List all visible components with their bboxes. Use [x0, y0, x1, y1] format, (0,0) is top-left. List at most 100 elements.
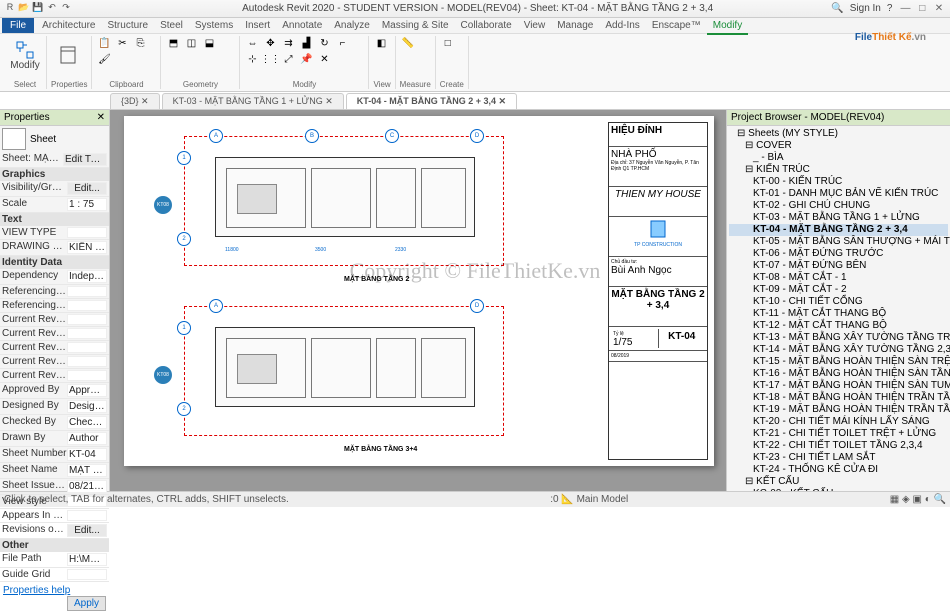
prop-value[interactable]: [67, 328, 107, 339]
tree-node[interactable]: ⊟ COVER: [729, 140, 948, 152]
close-icon[interactable]: ✕: [932, 3, 946, 14]
split-icon[interactable]: ⊹: [244, 52, 260, 66]
signin-link[interactable]: Sign In: [850, 3, 881, 14]
offset-icon[interactable]: ⇉: [280, 36, 296, 50]
open-icon[interactable]: 📂: [18, 1, 30, 13]
tree-node[interactable]: KT-03 - MẶT BẰNG TẦNG 1 + LỬNG: [729, 212, 948, 224]
mirror-icon[interactable]: ▟: [298, 36, 314, 50]
tree-node[interactable]: KT-07 - MẶT ĐỨNG BÊN: [729, 260, 948, 272]
tree-node[interactable]: KT-14 - MẶT BẰNG XÂY TƯỜNG TẦNG 2,3,4+S: [729, 344, 948, 356]
search-icon[interactable]: 🔍: [831, 3, 843, 14]
tree-node[interactable]: KT-12 - MẶT CẮT THANG BỘ: [729, 320, 948, 332]
prop-value[interactable]: [67, 569, 107, 580]
tree-node[interactable]: KT-19 - MẶT BẰNG HOÀN THIỆN TRẦN TẦNG 2: [729, 404, 948, 416]
tree-node[interactable]: KT-18 - MẶT BẰNG HOÀN THIỆN TRẦN TẦNG T: [729, 392, 948, 404]
match-icon[interactable]: 🖌: [96, 52, 112, 66]
ribbon-tab-structure[interactable]: Structure: [101, 18, 154, 33]
trim-icon[interactable]: ⌐: [334, 36, 350, 50]
prop-value[interactable]: Author: [67, 432, 107, 445]
ribbon-tab-addins[interactable]: Add-Ins: [599, 18, 645, 33]
max-icon[interactable]: □: [915, 3, 929, 14]
redo-icon[interactable]: ↷: [60, 1, 72, 13]
help-icon[interactable]: ?: [887, 3, 893, 14]
ribbon-tab-collaborate[interactable]: Collaborate: [455, 18, 518, 33]
ribbon-tab-architecture[interactable]: Architecture: [36, 18, 101, 33]
view-icon[interactable]: ◧: [373, 36, 389, 50]
prop-value[interactable]: [67, 356, 107, 367]
cut-icon[interactable]: ✂: [114, 36, 130, 50]
paste-button[interactable]: 📋: [96, 36, 112, 50]
ribbon-tab-enscape[interactable]: Enscape™: [646, 18, 707, 33]
view-tab[interactable]: KT-04 - MẶT BẰNG TẦNG 2 + 3,4 ✕: [346, 93, 517, 109]
prop-value[interactable]: Approver: [67, 384, 107, 397]
edit-type-button[interactable]: Edit Type: [63, 153, 107, 166]
cut-geom-icon[interactable]: ◫: [183, 36, 199, 50]
ribbon-tab-annotate[interactable]: Annotate: [276, 18, 328, 33]
delete-icon[interactable]: ✕: [316, 52, 332, 66]
prop-value[interactable]: [67, 314, 107, 325]
view-controls[interactable]: ▦ ◈ ▣ ◐ 🔍: [890, 494, 946, 505]
create-icon[interactable]: □: [440, 36, 456, 50]
prop-value[interactable]: KT-04: [67, 448, 107, 461]
prop-value[interactable]: [67, 286, 107, 297]
tree-node[interactable]: KT-05 - MẶT BẰNG SÂN THƯỢNG + MÁI TUM: [729, 236, 948, 248]
prop-value[interactable]: 08/21/19: [67, 480, 107, 493]
array-icon[interactable]: ⋮⋮: [262, 52, 278, 66]
view-tab[interactable]: {3D} ✕: [110, 93, 160, 109]
tree-node[interactable]: KT-09 - MẶT CẮT - 2: [729, 284, 948, 296]
join-icon[interactable]: ⬓: [201, 36, 217, 50]
ribbon-tab-analyze[interactable]: Analyze: [328, 18, 376, 33]
sheet-view[interactable]: A B C D 1 2 11800 3500 2330 KT08 MẶT BẰN…: [124, 116, 714, 466]
view-tab[interactable]: KT-03 - MẶT BẰNG TẦNG 1 + LỬNG ✕: [162, 93, 344, 109]
tree-node[interactable]: ⊟ KIẾN TRÚC: [729, 164, 948, 176]
prop-value[interactable]: Edit...: [67, 182, 107, 195]
properties-button[interactable]: [51, 36, 85, 74]
prop-value[interactable]: [67, 370, 107, 381]
tree-node[interactable]: KT-00 - KIẾN TRÚC: [729, 176, 948, 188]
scale-icon[interactable]: ⤢: [280, 52, 296, 66]
tree-node[interactable]: KT-22 - CHI TIẾT TOILET TẦNG 2,3,4: [729, 440, 948, 452]
apply-button[interactable]: Apply: [67, 596, 106, 611]
tree-node[interactable]: _ - BÌA: [729, 152, 948, 164]
tree-node[interactable]: ⊟ Sheets (MY STYLE): [729, 128, 948, 140]
panel-close-icon[interactable]: ✕: [97, 112, 105, 123]
tree-node[interactable]: KT-21 - CHI TIẾT TOILET TRỆT + LỬNG: [729, 428, 948, 440]
tree-node[interactable]: KT-06 - MẶT ĐỨNG TRƯỚC: [729, 248, 948, 260]
drawing-canvas[interactable]: A B C D 1 2 11800 3500 2330 KT08 MẶT BẰN…: [110, 110, 726, 491]
prop-value[interactable]: Designer: [67, 400, 107, 413]
tree-node[interactable]: KT-23 - CHI TIẾT LAM SẮT: [729, 452, 948, 464]
prop-value[interactable]: Independent: [67, 270, 107, 283]
measure-icon[interactable]: 📏: [400, 36, 416, 50]
type-selector[interactable]: Sheet: [0, 126, 109, 152]
tree-node[interactable]: KT-02 - GHI CHÚ CHUNG: [729, 200, 948, 212]
tree-node[interactable]: KC-00 - KẾT CẤU: [729, 488, 948, 491]
prop-value[interactable]: [67, 227, 107, 238]
pin-icon[interactable]: 📌: [298, 52, 314, 66]
ribbon-tab-systems[interactable]: Systems: [189, 18, 239, 33]
ribbon-tab-modify[interactable]: Modify: [707, 18, 748, 35]
tree-node[interactable]: KT-01 - DANH MỤC BẢN VẼ KIẾN TRÚC: [729, 188, 948, 200]
main-model-label[interactable]: Main Model: [577, 494, 629, 505]
rotate-icon[interactable]: ↻: [316, 36, 332, 50]
prop-value[interactable]: Checker: [67, 416, 107, 429]
tree-node[interactable]: KT-04 - MẶT BẰNG TẦNG 2 + 3,4: [729, 224, 948, 236]
tree-node[interactable]: KT-11 - MẶT CẮT THANG BỘ: [729, 308, 948, 320]
align-icon[interactable]: ⇔: [244, 36, 260, 50]
prop-value[interactable]: [67, 300, 107, 311]
tree-node[interactable]: KT-13 - MẶT BẰNG XÂY TƯỜNG TẦNG TRỆT +: [729, 332, 948, 344]
prop-value[interactable]: MẶT BẰNG TẦ...: [67, 464, 107, 477]
ribbon-tab-manage[interactable]: Manage: [551, 18, 599, 33]
tree-node[interactable]: KT-08 - MẶT CẮT - 1: [729, 272, 948, 284]
tree-node[interactable]: KT-17 - MẶT BẰNG HOÀN THIỆN SÀN TUM: [729, 380, 948, 392]
prop-value[interactable]: H:\My Drive\1...: [67, 553, 107, 566]
prop-value[interactable]: [67, 510, 107, 521]
move-icon[interactable]: ✥: [262, 36, 278, 50]
cope-icon[interactable]: ⬒: [165, 36, 181, 50]
undo-icon[interactable]: ↶: [46, 1, 58, 13]
browser-tree[interactable]: ⊟ Sheets (MY STYLE)⊟ COVER_ - BÌA⊟ KIẾN …: [727, 126, 950, 491]
properties-help-link[interactable]: Properties help: [3, 585, 70, 596]
save-icon[interactable]: 💾: [32, 1, 44, 13]
copy-icon[interactable]: ⎘: [132, 36, 148, 50]
ribbon-tab-view[interactable]: View: [518, 18, 552, 33]
tree-node[interactable]: ⊟ KẾT CẤU: [729, 476, 948, 488]
